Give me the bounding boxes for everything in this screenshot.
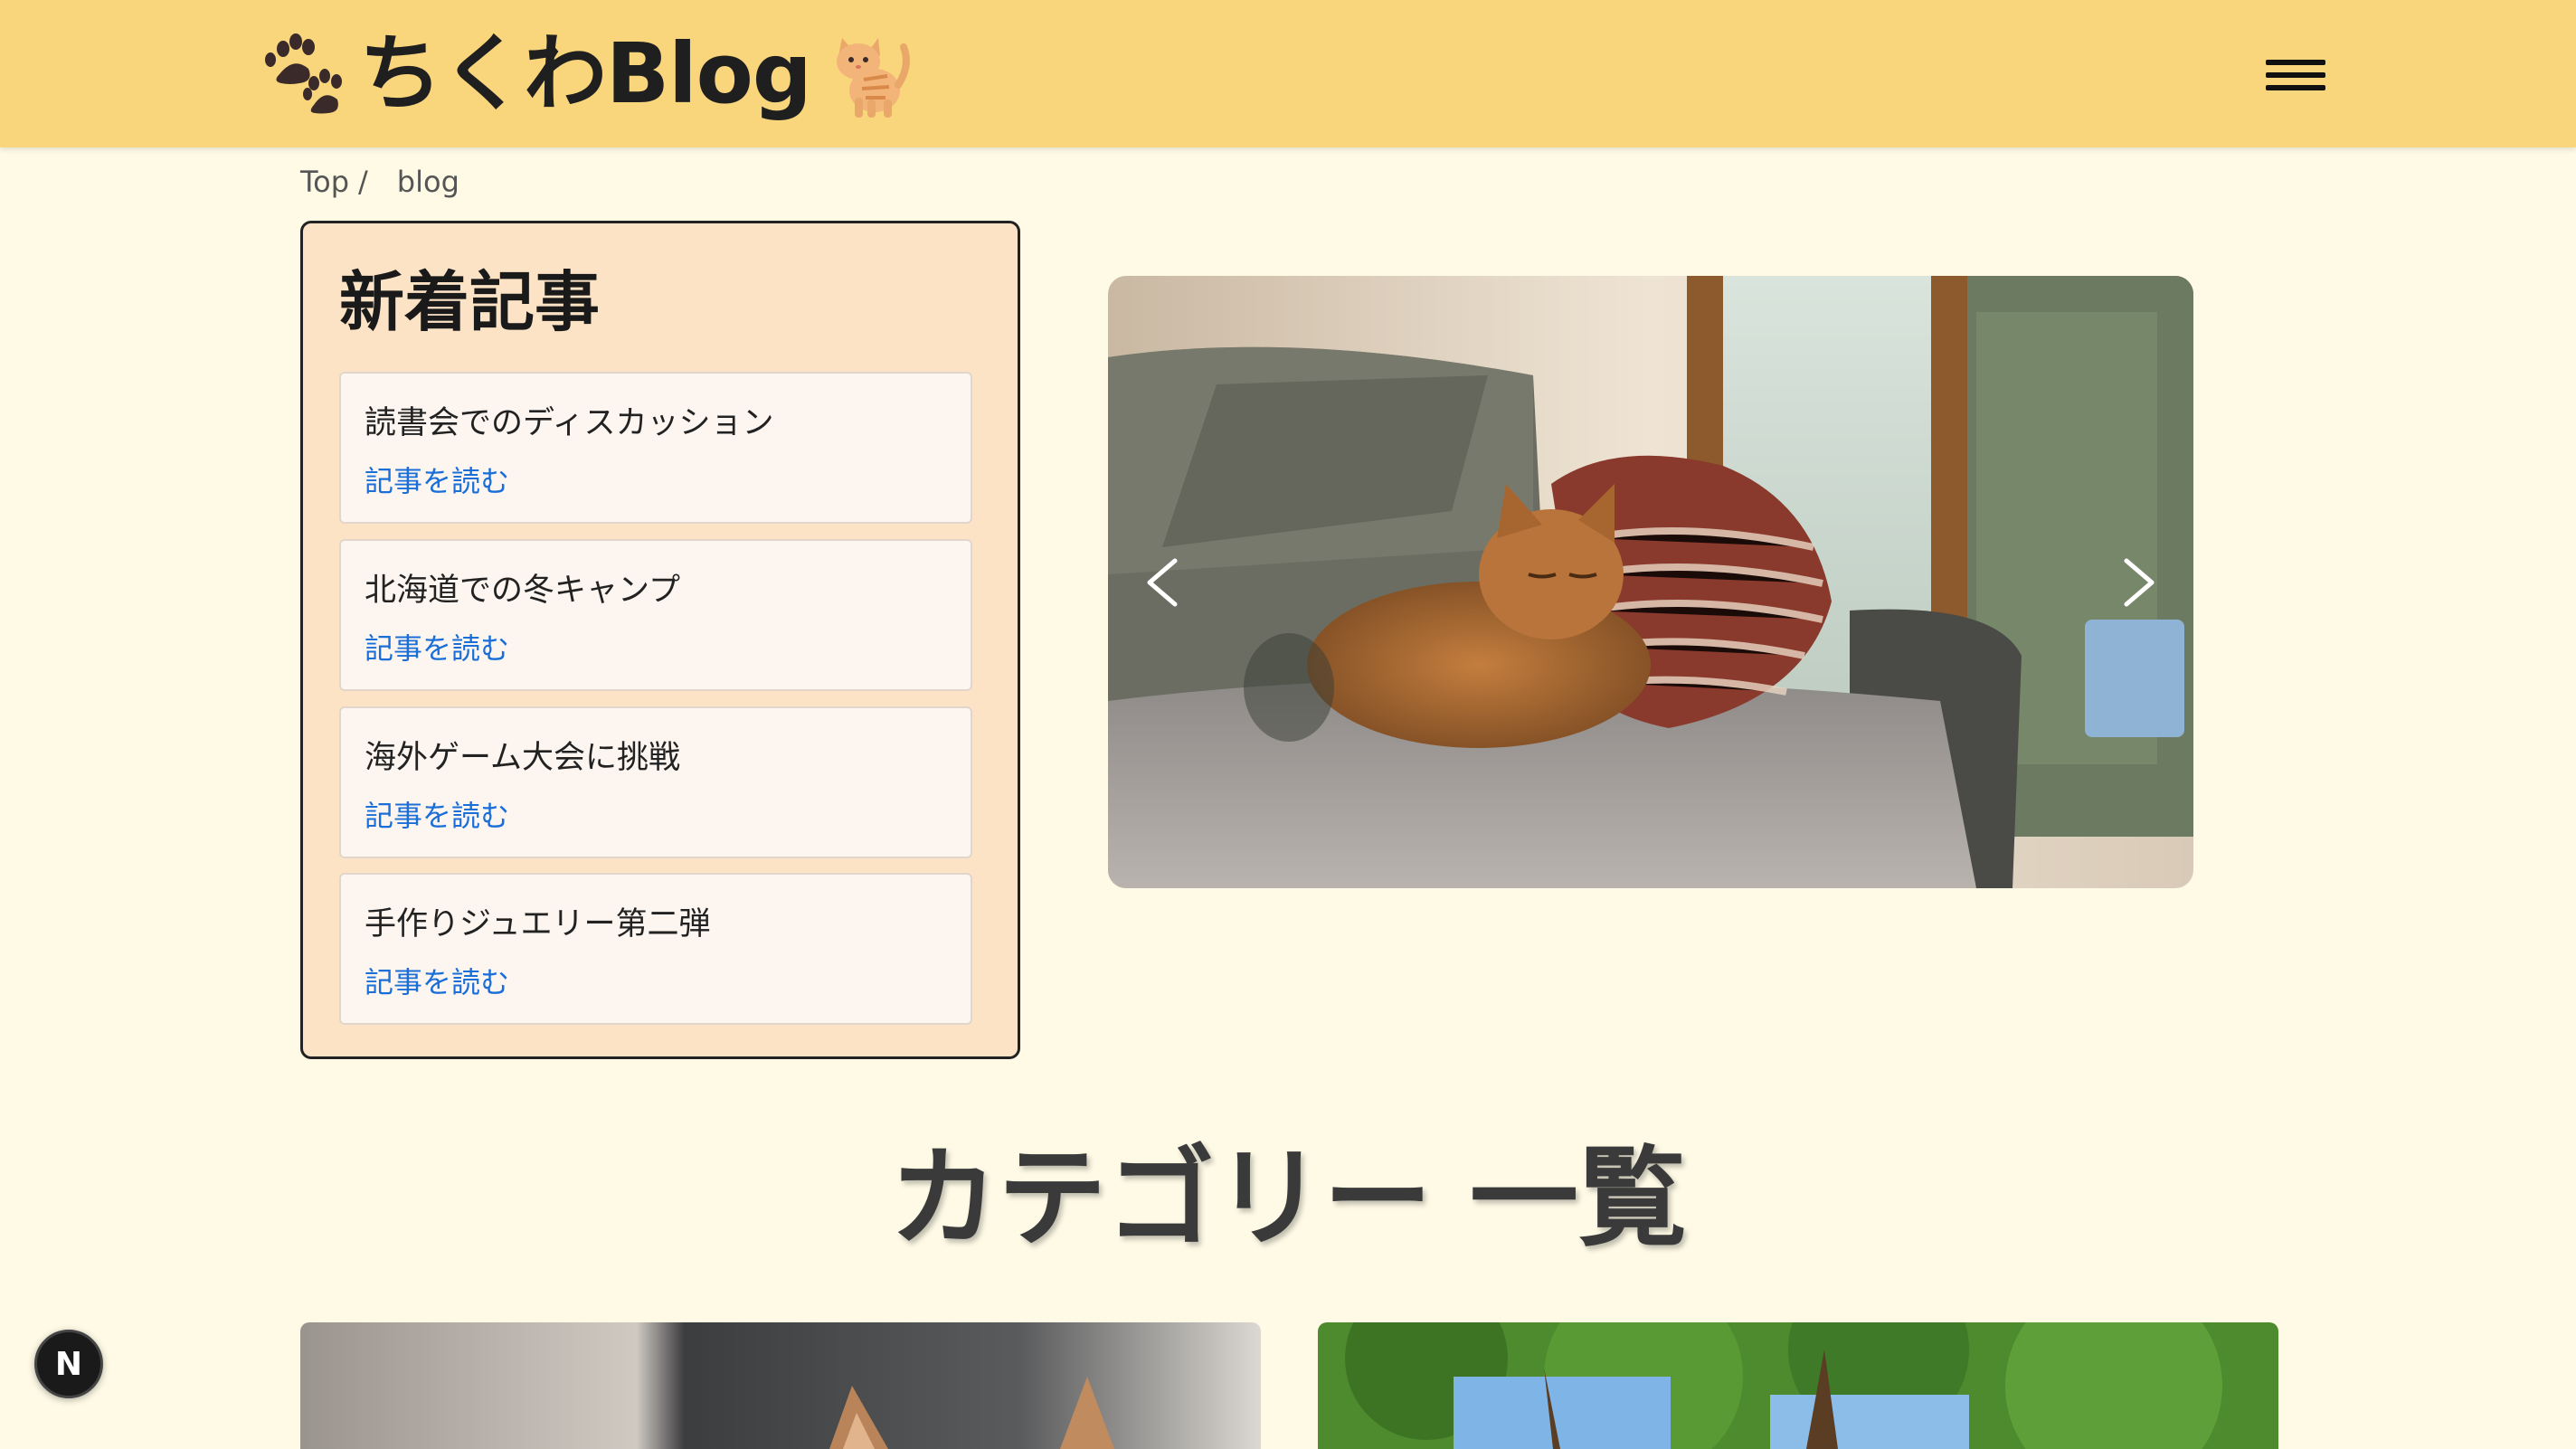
chevron-right-icon (2124, 558, 2155, 606)
hamburger-menu-icon[interactable] (2266, 54, 2329, 96)
badge-label: N (54, 1345, 83, 1383)
menu-line (2266, 72, 2325, 78)
carousel-prev-button[interactable] (1108, 276, 1217, 888)
new-articles-heading: 新着記事 (339, 264, 601, 340)
paw-prints-icon (265, 33, 342, 114)
site-header: ちくわBlog (0, 0, 2576, 147)
read-article-link[interactable]: 記事を読む (365, 793, 509, 835)
site-title: ちくわBlog (359, 25, 812, 122)
trees-photo (1318, 1322, 2278, 1449)
breadcrumb-separator: / (358, 165, 368, 199)
new-articles-panel: 新着記事 読書会でのディスカッション 記事を読む 北海道での冬キャンプ 記事を読… (300, 221, 1020, 1059)
article-title: 北海道での冬キャンプ (365, 573, 680, 609)
nextjs-dev-badge[interactable]: N (34, 1330, 103, 1398)
breadcrumb-blog: blog (396, 165, 459, 199)
categories-heading: カテゴリー 一覧 (889, 1136, 1687, 1262)
article-card[interactable]: 海外ゲーム大会に挑戦 記事を読む (339, 706, 972, 858)
article-title: 海外ゲーム大会に挑戦 (365, 740, 680, 776)
read-article-link[interactable]: 記事を読む (365, 626, 509, 668)
menu-line (2266, 60, 2325, 65)
read-article-link[interactable]: 記事を読む (365, 960, 509, 1001)
menu-line (2266, 85, 2325, 90)
article-card[interactable]: 手作りジュエリー第二弾 記事を読む (339, 873, 972, 1025)
image-carousel (1108, 276, 2193, 888)
site-logo[interactable]: ちくわBlog (258, 22, 913, 127)
article-card[interactable]: 北海道での冬キャンプ 記事を読む (339, 539, 972, 691)
read-article-link[interactable]: 記事を読む (365, 459, 509, 500)
cat-ears-photo (300, 1322, 1261, 1449)
chevron-left-icon (1147, 558, 1178, 606)
article-title: 読書会でのディスカッション (365, 405, 774, 441)
article-title: 手作りジュエリー第二弾 (365, 906, 711, 942)
category-card[interactable] (300, 1322, 1261, 1449)
article-card[interactable]: 読書会でのディスカッション 記事を読む (339, 372, 972, 524)
breadcrumb-top[interactable]: Top (300, 165, 349, 199)
breadcrumb: Top / blog (300, 165, 459, 199)
carousel-next-button[interactable] (2085, 276, 2193, 888)
category-card[interactable] (1318, 1322, 2278, 1449)
cat-on-sofa-photo (1108, 276, 2193, 888)
cat-icon (836, 38, 910, 118)
